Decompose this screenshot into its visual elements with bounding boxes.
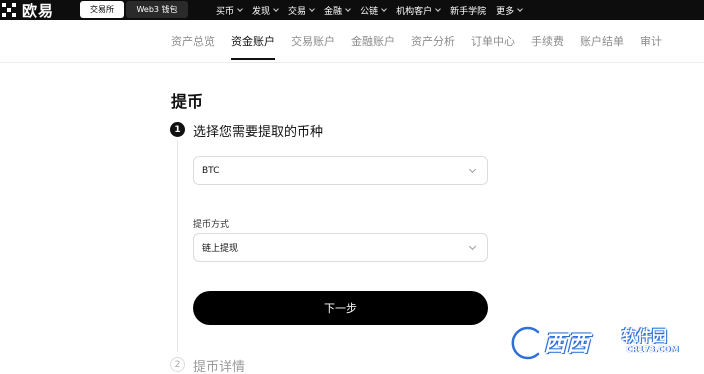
brand-name: 欧易: [22, 1, 55, 20]
tab-audit[interactable]: 审计: [640, 20, 662, 62]
chevron-down-icon: [435, 5, 441, 12]
nav-item-trade[interactable]: 交易: [288, 4, 315, 17]
exchange-tab[interactable]: 交易所: [80, 1, 124, 18]
okx-logo-icon: [2, 3, 16, 17]
chevron-down-icon: [468, 165, 477, 174]
nav-item-discover[interactable]: 发现: [252, 4, 279, 17]
tab-asset-overview[interactable]: 资产总览: [171, 20, 215, 62]
chevron-down-icon: [517, 5, 523, 12]
nav-item-academy[interactable]: 新手学院: [450, 4, 486, 17]
nav-item-institutional[interactable]: 机构客户: [396, 4, 441, 17]
watermark-suffix: 软件园: [622, 327, 668, 345]
step-1-title: 选择您需要提取的币种: [193, 125, 324, 140]
step-2-title: 提币详情: [193, 360, 246, 374]
page: 欧易 交易所 Web3 钱包 买币 发现 交易 金融 公链 机构客户 新手学院 …: [0, 0, 704, 374]
page-title: 提币: [171, 92, 204, 111]
chevron-down-icon: [345, 5, 351, 12]
account-subnav: 资产总览 资金账户 交易账户 金融账户 资产分析 订单中心 手续费 账户结单 审…: [0, 20, 704, 63]
next-step-button[interactable]: 下一步: [193, 291, 488, 325]
tab-trading-account[interactable]: 交易账户: [291, 20, 335, 62]
top-navigation-bar: 欧易 交易所 Web3 钱包 买币 发现 交易 金融 公链 机构客户 新手学院 …: [0, 0, 704, 20]
watermark-logo-icon: [509, 324, 542, 362]
web3-wallet-tab[interactable]: Web3 钱包: [126, 1, 188, 18]
watermark-brand: 西西: [544, 332, 591, 357]
nav-item-more[interactable]: 更多: [496, 4, 523, 17]
tab-fees[interactable]: 手续费: [531, 20, 564, 62]
tab-funding-account[interactable]: 资金账户: [231, 20, 275, 62]
site-watermark: 西西 软件园 CR173.COM: [508, 322, 686, 366]
step-1-badge: 1: [170, 122, 185, 137]
chevron-down-icon: [468, 242, 477, 251]
chevron-down-icon: [309, 5, 315, 12]
step-connector: [177, 140, 178, 352]
main-nav: 买币 发现 交易 金融 公链 机构客户 新手学院 更多: [216, 0, 532, 20]
tab-finance-account[interactable]: 金融账户: [351, 20, 395, 62]
chevron-down-icon: [381, 5, 387, 12]
chevron-down-icon: [273, 5, 279, 12]
chevron-down-icon: [237, 5, 243, 12]
tab-account-statement[interactable]: 账户结单: [580, 20, 624, 62]
withdraw-method-value: 链上提现: [202, 244, 239, 254]
coin-select[interactable]: BTC: [193, 156, 488, 185]
coin-select-value: BTC: [202, 165, 220, 176]
nav-item-finance[interactable]: 金融: [324, 4, 351, 17]
watermark-url: CR173.COM: [626, 345, 679, 354]
nav-item-buy-crypto[interactable]: 买币: [216, 4, 243, 17]
tab-asset-analysis[interactable]: 资产分析: [411, 20, 455, 62]
nav-item-public-chain[interactable]: 公链: [360, 4, 387, 17]
withdraw-method-select[interactable]: 链上提现: [193, 233, 488, 262]
tab-order-center[interactable]: 订单中心: [471, 20, 515, 62]
step-2-badge: 2: [170, 357, 185, 372]
withdraw-method-label: 提币方式: [193, 220, 230, 230]
brand-logo[interactable]: 欧易: [0, 0, 54, 20]
